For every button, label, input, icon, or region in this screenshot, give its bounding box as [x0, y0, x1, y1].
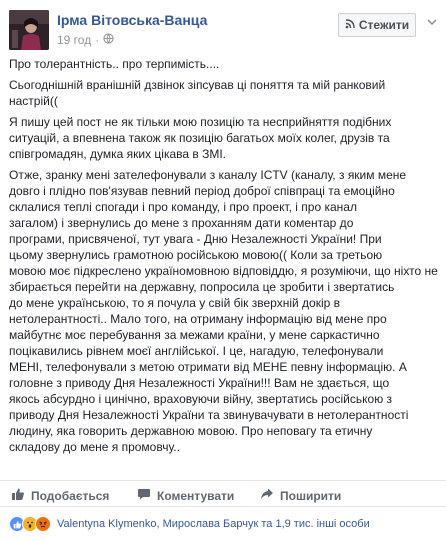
avatar-image	[9, 10, 49, 50]
post-header: Ірма Вітовська-Ванца 19 год · Стежити	[0, 0, 446, 56]
reaction-icons[interactable]	[9, 516, 51, 532]
comment-label: Коментувати	[157, 488, 235, 503]
post-line: збирається перейти на державну, попросил…	[9, 280, 395, 294]
thumbs-up-icon	[11, 487, 25, 504]
globe-icon[interactable]	[103, 33, 114, 47]
post-line: поцікавились рівнем моєї англійської. І …	[9, 344, 384, 358]
angry-reaction-icon	[35, 516, 51, 532]
post-options-button[interactable]	[424, 14, 440, 30]
reactions-bar: Valentyna Klymenko, Мирослава Барчук та …	[0, 506, 446, 541]
post-line: якось абсурдно і цинічно, враховуючи вій…	[9, 392, 393, 406]
post-time[interactable]: 19 год	[57, 33, 91, 47]
post-line: ситуацій, а впевнена також як позицію ба…	[9, 131, 390, 145]
chevron-down-icon	[427, 13, 437, 31]
post-line: довго і плідно пов'язував певний період …	[9, 184, 395, 198]
post-line: Сьогоднішній вранішній дзвінок зіпсував …	[9, 78, 386, 92]
post-line: загалом) і звернулись до мене з прохання…	[9, 216, 354, 230]
post-line: нетолерантності.. Мало того, на отриману…	[9, 312, 387, 326]
post-line: Я пишу цей пост не як тільки мою позицію…	[9, 115, 392, 129]
comment-icon	[137, 487, 151, 504]
share-label: Поширити	[280, 488, 342, 503]
reaction-names[interactable]: Valentyna Klymenko, Мирослава Барчук та …	[57, 518, 370, 530]
post-line: Про толерантність.. про терпимість....	[9, 57, 220, 71]
post-line: приводу Дня Незалежності України та звин…	[9, 408, 409, 422]
post-line: цьому звернулись грамотною російською мо…	[9, 248, 383, 262]
author-avatar[interactable]	[9, 10, 49, 50]
post-line: майбутнє моє перебування за межами країн…	[9, 328, 380, 342]
post-line: складову до мене я промовчу..	[9, 440, 180, 454]
post-line: співгромадян, думка яких цікава в ЗМІ.	[9, 147, 227, 161]
rss-icon	[345, 18, 355, 32]
post-line: настрій((	[9, 94, 58, 108]
post-line: МЕНІ, телефонували з метою отримати від …	[9, 360, 407, 374]
post-line: склалися теплі спогади і про команду, і …	[9, 200, 357, 214]
post-meta: 19 год ·	[57, 33, 114, 47]
post-line: до мене українською, то я почула у свій …	[9, 296, 341, 310]
like-label: Подобається	[31, 488, 110, 503]
follow-button[interactable]: Стежити	[338, 13, 416, 37]
like-button[interactable]: Подобається	[11, 487, 109, 504]
post-line: головне з приводу Дня Незалежності Украї…	[9, 376, 390, 390]
post-paragraph: Сьогоднішній вранішній дзвінок зіпсував …	[9, 77, 439, 109]
post-paragraph: Отже, зранку мені зателефонували з канал…	[9, 167, 439, 455]
post-line: Отже, зранку мені зателефонували з канал…	[9, 168, 407, 182]
share-button[interactable]: Поширити	[260, 487, 341, 504]
meta-separator: ·	[95, 33, 100, 47]
post-actions: Подобається Коментувати Поширити	[0, 480, 446, 506]
post-text: Про толерантність.. про терпимість.... Сь…	[9, 56, 439, 460]
post-line: людину, яка говорить державною мовою. Пр…	[9, 424, 373, 438]
follow-label: Стежити	[358, 18, 410, 32]
author-name[interactable]: Ірма Вітовська-Ванца	[57, 12, 207, 28]
share-icon	[260, 487, 274, 504]
post-paragraph: Про толерантність.. про терпимість....	[9, 56, 439, 72]
comment-button[interactable]: Коментувати	[137, 487, 234, 504]
post-line: мовою моє підкреслено україномовною відп…	[9, 264, 438, 278]
post-paragraph: Я пишу цей пост не як тільки мою позицію…	[9, 114, 439, 162]
post-line: програми, присвяченої, тут увага - Дню Н…	[9, 232, 382, 246]
